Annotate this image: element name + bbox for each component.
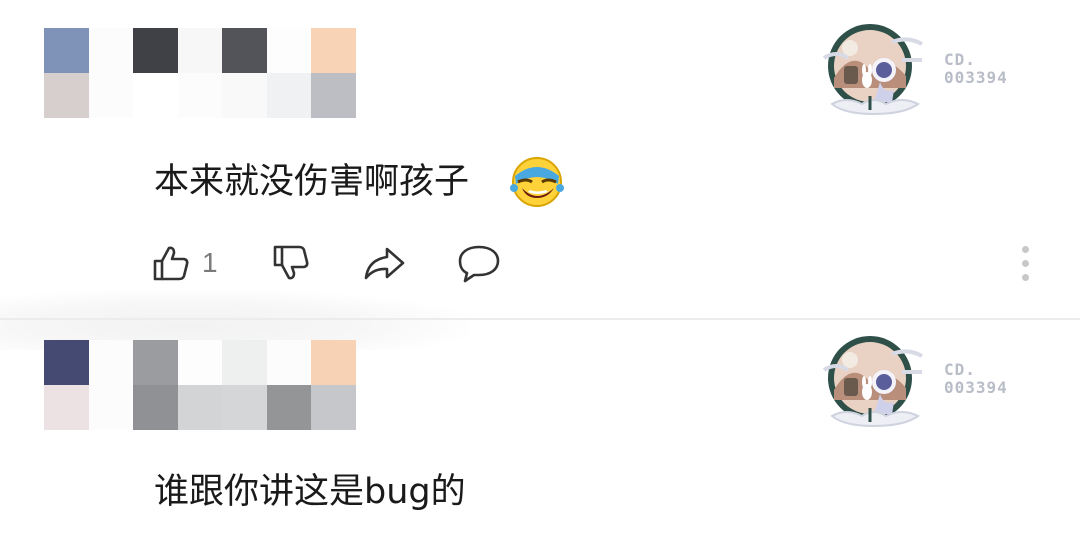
mosaic-cell	[311, 28, 356, 73]
mosaic-cell	[311, 72, 356, 118]
mosaic-cell	[311, 340, 356, 385]
mosaic-cell	[133, 72, 178, 118]
comment-text: 谁跟你讲这是bug的	[154, 472, 466, 512]
user-badge: CD. 003394	[944, 361, 1008, 397]
mosaic-cell	[44, 28, 89, 73]
mosaic-cell	[222, 340, 267, 385]
comment-item: CD. 003394 谁跟你讲这是bug的	[0, 320, 1080, 548]
mosaic-cell	[266, 28, 312, 73]
more-options-button[interactable]	[1016, 242, 1036, 284]
author-name-mosaic[interactable]	[44, 28, 356, 118]
mosaic-cell	[88, 28, 134, 73]
mosaic-cell	[266, 340, 312, 385]
comment-actions: 1	[150, 240, 1080, 288]
mosaic-cell	[44, 384, 89, 430]
mosaic-cell	[266, 72, 312, 118]
mosaic-cell	[88, 340, 134, 385]
mosaic-cell	[44, 72, 89, 118]
mosaic-cell	[311, 384, 356, 430]
comment-item: CD. 003394 本来就没伤害啊孩子 1	[0, 0, 1080, 318]
mosaic-cell	[133, 28, 178, 73]
mosaic-cell	[133, 384, 178, 430]
thumbs-up-icon	[153, 246, 189, 281]
avatar[interactable]	[822, 18, 924, 120]
comment-text: 本来就没伤害啊孩子	[154, 162, 470, 202]
badge-line-2: 003394	[944, 68, 1008, 87]
author-name-mosaic[interactable]	[44, 340, 356, 430]
mosaic-cell	[266, 384, 312, 430]
comment-icon	[458, 245, 500, 283]
user-badge: CD. 003394	[944, 51, 1008, 87]
like-count: 1	[202, 247, 218, 278]
laughing-tears-emoji	[508, 152, 566, 210]
badge-line-2: 003394	[944, 378, 1008, 397]
mosaic-cell	[222, 384, 267, 430]
reply-button[interactable]	[456, 240, 502, 286]
share-icon	[364, 247, 405, 280]
like-button[interactable]: 1	[150, 240, 218, 286]
mosaic-cell	[222, 72, 267, 118]
dislike-button[interactable]	[270, 240, 312, 286]
mosaic-cell	[133, 340, 178, 385]
mosaic-cell	[222, 28, 267, 73]
mosaic-cell	[88, 384, 134, 430]
mosaic-cell	[177, 384, 223, 430]
share-button[interactable]	[362, 240, 406, 286]
more-vertical-icon	[1022, 246, 1029, 253]
badge-line-1: CD.	[944, 360, 976, 379]
thumbs-down-icon	[273, 245, 309, 280]
mosaic-cell	[44, 340, 89, 385]
mosaic-cell	[177, 340, 223, 385]
avatar[interactable]	[822, 330, 924, 432]
badge-line-1: CD.	[944, 50, 976, 69]
mosaic-cell	[177, 72, 223, 118]
mosaic-cell	[177, 28, 223, 73]
mosaic-cell	[88, 72, 134, 118]
